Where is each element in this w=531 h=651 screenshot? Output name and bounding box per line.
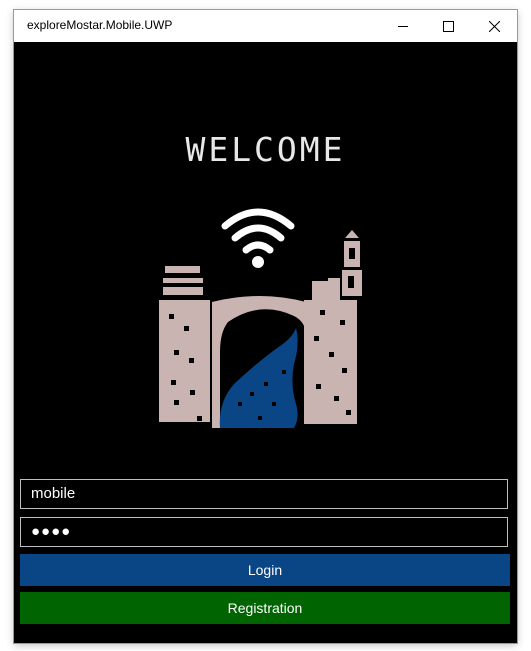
maximize-icon [442, 20, 454, 32]
password-input[interactable]: ●●●● [20, 517, 508, 547]
title-bar[interactable]: exploreMostar.Mobile.UWP [14, 10, 517, 42]
right-tower [304, 230, 362, 424]
app-window: exploreMostar.Mobile.UWP WELCOME mobile … [14, 10, 517, 643]
close-icon [488, 20, 500, 32]
minimize-button[interactable] [380, 10, 426, 42]
username-input[interactable]: mobile [20, 479, 508, 509]
registration-button[interactable]: Registration [20, 592, 510, 624]
mostar-bridge-wifi-logo [159, 208, 362, 428]
left-tower [159, 266, 210, 422]
close-button[interactable] [471, 10, 517, 42]
window-title: exploreMostar.Mobile.UWP [27, 18, 173, 32]
login-button[interactable]: Login [20, 554, 510, 586]
maximize-button[interactable] [425, 10, 471, 42]
welcome-heading: WELCOME [185, 130, 346, 169]
login-page: WELCOME mobile ●●●● Login Registration [14, 42, 517, 643]
wifi-icon [221, 208, 295, 254]
river [219, 328, 298, 428]
minimize-icon [397, 25, 408, 27]
